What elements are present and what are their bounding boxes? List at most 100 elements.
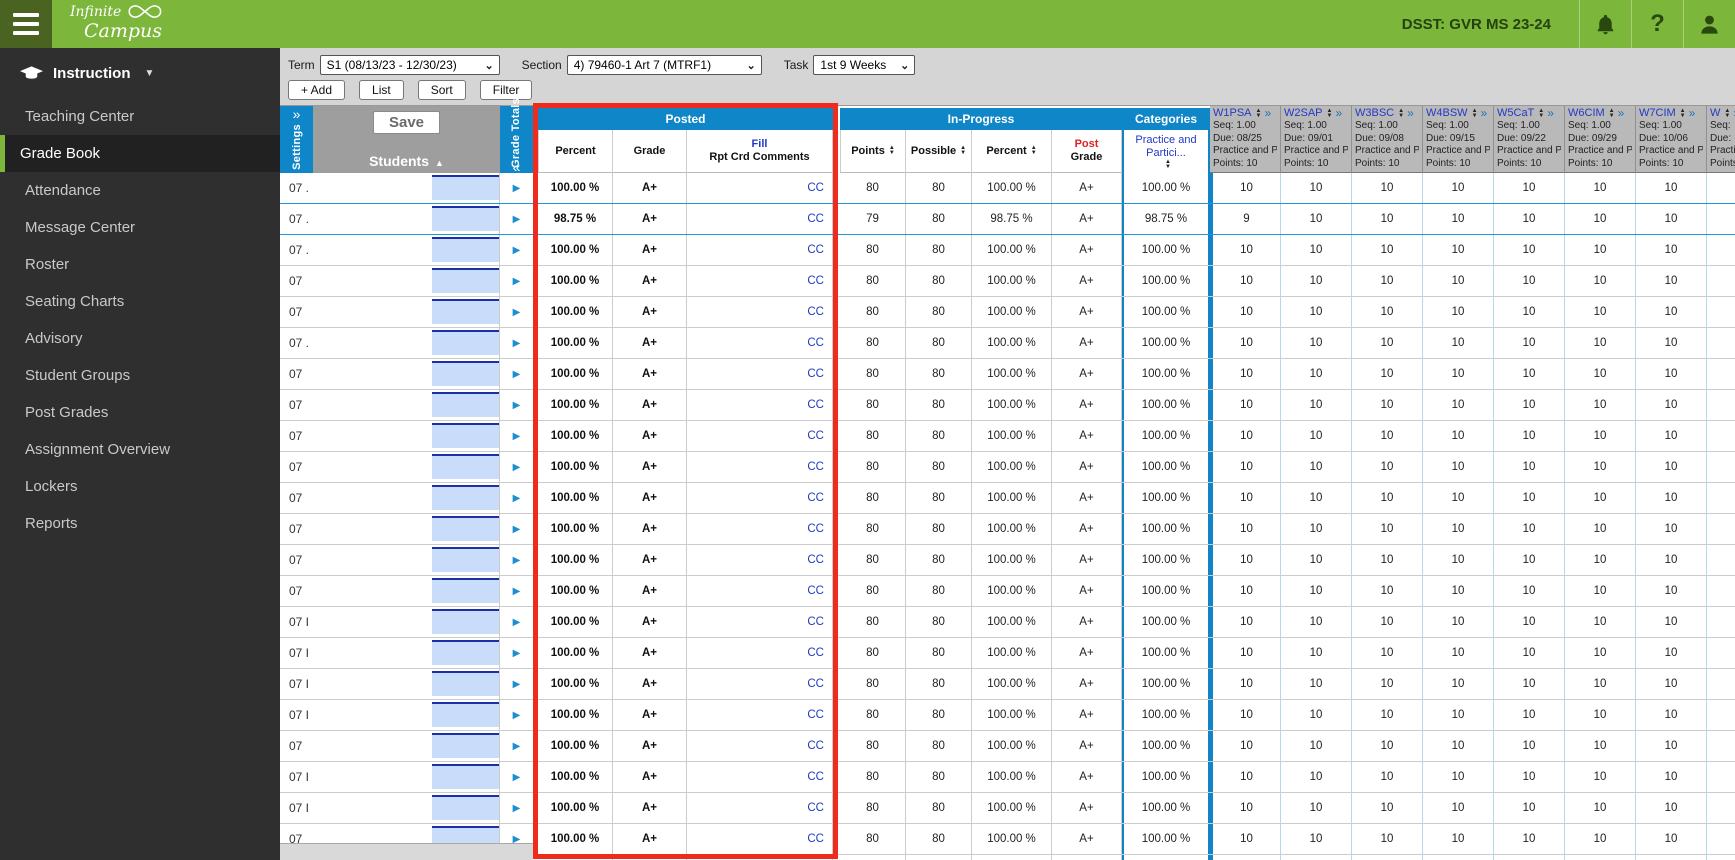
score-cell[interactable]: 10 — [1494, 297, 1565, 327]
score-cell[interactable]: 10 — [1210, 266, 1281, 296]
cc-comment-link[interactable]: CC — [807, 585, 824, 597]
score-cell[interactable]: 10 — [1636, 607, 1707, 637]
score-cell[interactable]: 10 — [1281, 762, 1352, 792]
expand-assignment-icon[interactable]: » — [1407, 107, 1414, 120]
sort-icon[interactable]: ▲ ▼ — [1256, 108, 1262, 119]
score-cell[interactable]: 10 — [1707, 421, 1735, 451]
score-cell[interactable]: 10 — [1423, 638, 1494, 668]
expand-row-button[interactable]: ▶ — [500, 297, 533, 327]
category-column-header[interactable]: Practice and Partici... ▲ ▼ — [1124, 130, 1208, 173]
score-cell[interactable]: 10 — [1281, 824, 1352, 854]
expand-row-button[interactable]: ▶ — [500, 576, 533, 606]
score-cell[interactable]: 10 — [1423, 762, 1494, 792]
score-cell[interactable]: 10 — [1494, 855, 1565, 860]
score-cell[interactable]: 10 — [1636, 824, 1707, 854]
score-cell[interactable]: 10 — [1352, 452, 1423, 482]
score-cell[interactable]: 10 — [1423, 204, 1494, 234]
notifications-button[interactable] — [1579, 0, 1631, 48]
score-cell[interactable]: 10 — [1707, 762, 1735, 792]
score-cell[interactable]: 10 — [1707, 390, 1735, 420]
score-cell[interactable]: 10 — [1352, 328, 1423, 358]
score-cell[interactable]: 10 — [1707, 669, 1735, 699]
student-cell[interactable]: 07 . — [280, 173, 500, 203]
score-cell[interactable]: 10 — [1565, 669, 1636, 699]
score-cell[interactable]: 10 — [1636, 266, 1707, 296]
score-cell[interactable]: 10 — [1352, 545, 1423, 575]
score-cell[interactable]: 10 — [1281, 731, 1352, 761]
score-cell[interactable]: 10 — [1565, 483, 1636, 513]
add-button[interactable]: + Add — [288, 80, 346, 100]
score-cell[interactable]: 10 — [1565, 204, 1636, 234]
score-cell[interactable]: 10 — [1494, 545, 1565, 575]
score-cell[interactable]: 10 — [1210, 359, 1281, 389]
student-cell[interactable]: 07 — [280, 359, 500, 389]
score-cell[interactable]: 10 — [1210, 328, 1281, 358]
cc-comment-link[interactable]: CC — [807, 523, 824, 535]
sort-icon[interactable]: ▲ ▼ — [1165, 159, 1171, 170]
score-cell[interactable]: 10 — [1707, 824, 1735, 854]
hamburger-menu-icon[interactable] — [0, 0, 52, 48]
score-cell[interactable]: 10 — [1281, 359, 1352, 389]
score-cell[interactable]: 10 — [1210, 731, 1281, 761]
sidebar-item-teaching-center[interactable]: Teaching Center — [0, 98, 280, 135]
score-cell[interactable]: 10 — [1707, 266, 1735, 296]
student-cell[interactable]: 07 — [280, 421, 500, 451]
task-select[interactable]: 1st 9 Weeks ⌄ — [813, 55, 916, 75]
score-cell[interactable]: 10 — [1210, 421, 1281, 451]
score-cell[interactable]: 10 — [1565, 173, 1636, 203]
score-cell[interactable]: 10 — [1210, 483, 1281, 513]
score-cell[interactable]: 10 — [1352, 514, 1423, 544]
score-cell[interactable]: 10 — [1565, 235, 1636, 265]
student-cell[interactable]: 07 — [280, 576, 500, 606]
score-cell[interactable]: 10 — [1494, 483, 1565, 513]
score-cell[interactable]: 10 — [1352, 204, 1423, 234]
score-cell[interactable]: 10 — [1281, 297, 1352, 327]
sort-icon[interactable]: ▲ ▼ — [1398, 108, 1404, 119]
cc-comment-link[interactable]: CC — [807, 399, 824, 411]
sidebar-item-attendance[interactable]: Attendance — [0, 172, 280, 209]
score-cell[interactable]: 10 — [1636, 855, 1707, 860]
assignment-link[interactable]: W2SAP — [1284, 107, 1323, 120]
cc-comment-link[interactable]: CC — [807, 492, 824, 504]
sidebar-item-reports[interactable]: Reports — [0, 505, 280, 542]
score-cell[interactable]: 10 — [1565, 793, 1636, 823]
score-cell[interactable]: 10 — [1423, 328, 1494, 358]
score-cell[interactable]: 10 — [1352, 638, 1423, 668]
sidebar-item-post-grades[interactable]: Post Grades — [0, 394, 280, 431]
score-cell[interactable]: 10 — [1707, 452, 1735, 482]
cc-comment-link[interactable]: CC — [807, 213, 824, 225]
score-cell[interactable]: 10 — [1565, 452, 1636, 482]
score-cell[interactable]: 10 — [1281, 700, 1352, 730]
student-cell[interactable]: 07 — [280, 266, 500, 296]
score-cell[interactable]: 10 — [1707, 204, 1735, 234]
ip-percent-column-header[interactable]: Percent ▲ ▼ — [972, 130, 1052, 173]
student-cell[interactable]: 07 I — [280, 638, 500, 668]
expand-assignment-icon[interactable]: » — [1264, 107, 1271, 120]
score-cell[interactable]: 10 — [1707, 173, 1735, 203]
score-cell[interactable]: 10 — [1636, 297, 1707, 327]
sort-icon[interactable]: ▲ ▼ — [1609, 108, 1615, 119]
score-cell[interactable]: 10 — [1494, 328, 1565, 358]
score-cell[interactable]: 10 — [1352, 235, 1423, 265]
help-button[interactable]: ? — [1631, 0, 1683, 48]
score-cell[interactable]: 10 — [1636, 762, 1707, 792]
score-cell[interactable]: 10 — [1281, 514, 1352, 544]
score-cell[interactable]: 10 — [1636, 390, 1707, 420]
sort-icon[interactable]: ▲ ▼ — [1472, 108, 1478, 119]
expand-row-button[interactable]: ▶ — [500, 638, 533, 668]
score-cell[interactable]: 10 — [1210, 235, 1281, 265]
sort-icon[interactable]: ▲ ▼ — [1680, 108, 1686, 119]
expand-row-button[interactable]: ▶ — [500, 328, 533, 358]
score-cell[interactable]: 10 — [1423, 266, 1494, 296]
students-column-header[interactable]: Students ▲ — [369, 153, 444, 169]
score-cell[interactable]: 10 — [1636, 173, 1707, 203]
expand-row-button[interactable]: ▶ — [500, 762, 533, 792]
score-cell[interactable]: 10 — [1281, 607, 1352, 637]
expand-row-button[interactable]: ▶ — [500, 359, 533, 389]
grade-totals-band[interactable]: Grade Totals « — [500, 97, 533, 174]
score-cell[interactable]: 10 — [1636, 669, 1707, 699]
score-cell[interactable]: 10 — [1210, 576, 1281, 606]
score-cell[interactable]: 10 — [1494, 359, 1565, 389]
score-cell[interactable]: 10 — [1423, 700, 1494, 730]
score-cell[interactable]: 10 — [1352, 793, 1423, 823]
